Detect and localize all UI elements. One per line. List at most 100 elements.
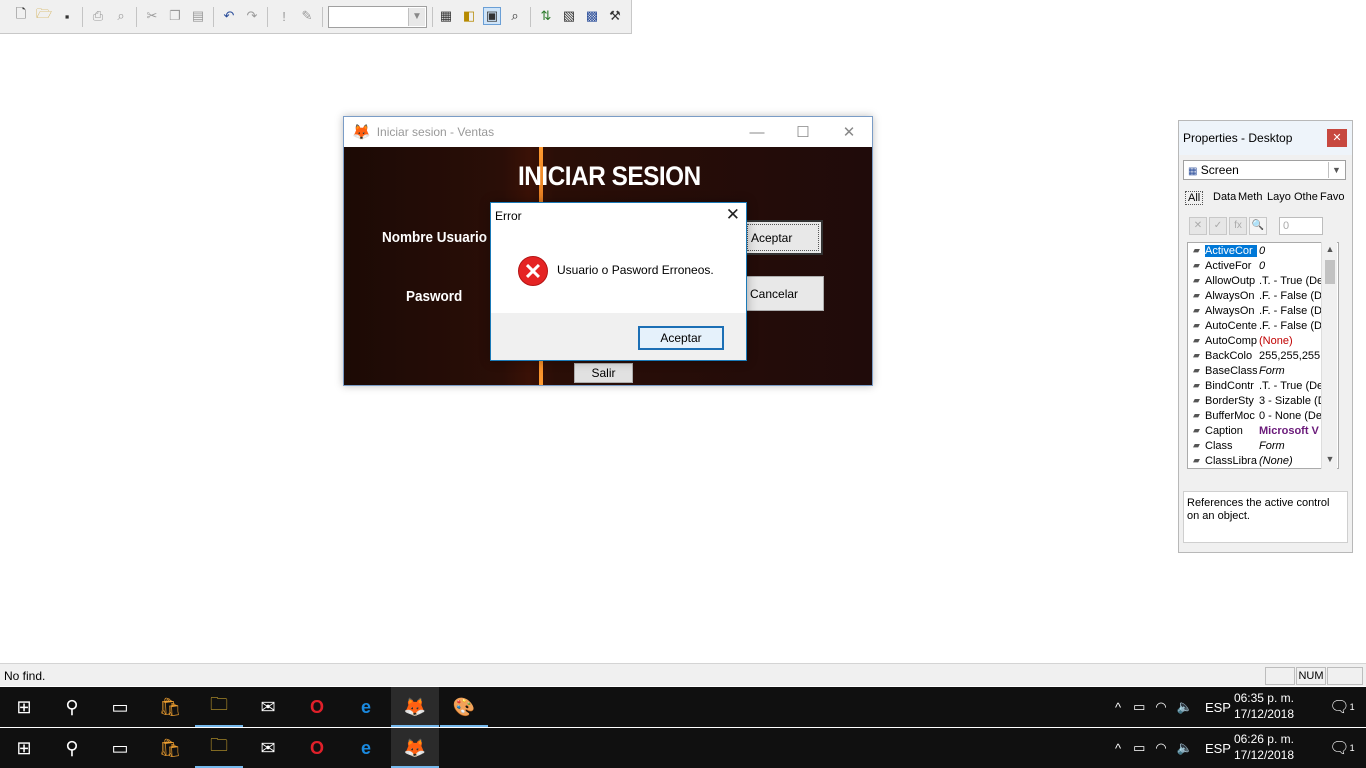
property-row[interactable]: ▰ BackColo 255,255,255 [1188, 348, 1338, 363]
function-icon[interactable]: fx [1229, 217, 1247, 235]
property-value[interactable]: Form [1257, 440, 1321, 452]
search-icon[interactable]: ⚲ [48, 687, 96, 727]
property-row[interactable]: ▰ BaseClass Form [1188, 363, 1338, 378]
exit-button[interactable]: Salir [574, 363, 633, 383]
login-accept-button[interactable]: Aceptar [743, 220, 823, 255]
file-explorer-icon[interactable]: 🗀 [195, 728, 243, 768]
mail-icon[interactable]: ✉ [244, 728, 292, 768]
property-value[interactable]: 3 - Sizable (D [1257, 395, 1321, 407]
dialog-ok-button[interactable]: Aceptar [638, 326, 724, 350]
language-indicator[interactable]: ESP [1205, 700, 1231, 715]
tab-all[interactable]: All [1185, 191, 1204, 205]
properties-icon[interactable]: ▣ [483, 7, 501, 25]
property-row[interactable]: ▰ BorderSty 3 - Sizable (D [1188, 393, 1338, 408]
code-icon[interactable]: ⚒ [606, 7, 624, 25]
battery-icon[interactable]: ▭ [1133, 740, 1145, 756]
run-icon[interactable]: ! [275, 7, 293, 25]
chevron-down-icon[interactable]: ▼ [408, 8, 425, 26]
property-value[interactable]: .F. - False (D [1257, 320, 1321, 332]
property-row[interactable]: ▰ AutoCente .F. - False (D [1188, 318, 1338, 333]
tab-methods[interactable]: Meth [1238, 191, 1262, 203]
chevron-up-icon[interactable]: ^ [1115, 700, 1121, 715]
data-env-icon[interactable]: ⇅ [537, 7, 555, 25]
property-value[interactable]: Microsoft V [1257, 425, 1321, 437]
property-row[interactable]: ▰ Caption Microsoft V [1188, 423, 1338, 438]
modify-icon[interactable]: ✎ [298, 7, 316, 25]
minimize-icon[interactable]: — [734, 117, 780, 147]
redo-icon[interactable]: ↷ [243, 7, 261, 25]
paint-icon[interactable]: 🎨 [440, 687, 488, 727]
property-value[interactable]: Form [1257, 365, 1321, 377]
tab-favorites[interactable]: Favo [1320, 191, 1344, 203]
property-value[interactable]: 0 [1257, 260, 1321, 272]
print-icon[interactable]: ⎙ [89, 7, 107, 25]
property-row[interactable]: ▰ Class Form [1188, 438, 1338, 453]
undo-icon[interactable]: ↶ [220, 7, 238, 25]
search-icon[interactable]: ⚲ [48, 728, 96, 768]
task-view-icon[interactable]: ▭ [96, 687, 144, 727]
chevron-up-icon[interactable]: ^ [1115, 741, 1121, 756]
edge-icon[interactable]: e [342, 687, 390, 727]
property-row[interactable]: ▰ ActiveFor 0 [1188, 258, 1338, 273]
property-value[interactable]: 255,255,255 [1257, 350, 1321, 362]
opera-icon[interactable]: O [293, 687, 341, 727]
property-value[interactable]: (None) [1257, 455, 1321, 467]
builder-icon[interactable]: ▧ [560, 7, 578, 25]
property-row[interactable]: ▰ AllowOutp .T. - True (De [1188, 273, 1338, 288]
copy-icon[interactable]: ❐ [166, 7, 184, 25]
foxpro-taskbar-icon[interactable]: 🦊 [391, 687, 439, 727]
accept-icon[interactable]: ✓ [1209, 217, 1227, 235]
property-value[interactable]: .F. - False (D [1257, 290, 1321, 302]
tab-other[interactable]: Othe [1294, 191, 1318, 203]
volume-icon[interactable]: 🔈 [1177, 740, 1193, 756]
clock[interactable]: 06:35 p. m. 17/12/2018 [1234, 690, 1294, 722]
file-explorer-icon[interactable]: 🗀 [195, 687, 243, 727]
close-icon[interactable]: ✕ [1327, 129, 1347, 147]
tab-data[interactable]: Data [1213, 191, 1236, 203]
language-indicator[interactable]: ESP [1205, 741, 1231, 756]
property-value[interactable]: 0 [1257, 245, 1321, 257]
maximize-icon[interactable]: ☐ [780, 117, 826, 147]
property-row[interactable]: ▰ AutoComp (None) [1188, 333, 1338, 348]
property-row[interactable]: ▰ ClassLibra (None) [1188, 453, 1338, 468]
store-icon[interactable]: 🛍 [146, 728, 194, 768]
scroll-up-icon[interactable]: ▲ [1322, 244, 1338, 254]
volume-icon[interactable]: 🔈 [1177, 699, 1193, 715]
scrollbar-thumb[interactable] [1325, 260, 1335, 284]
object-combo[interactable]: ▦ Screen ▼ [1183, 160, 1346, 180]
property-value[interactable]: (None) [1257, 335, 1321, 347]
edge-icon[interactable]: e [342, 728, 390, 768]
task-view-icon[interactable]: ▭ [96, 728, 144, 768]
opera-icon[interactable]: O [293, 728, 341, 768]
windows-start-icon[interactable]: ⊞ [0, 687, 48, 727]
notification-icon[interactable]: 🗨 1 [1318, 728, 1366, 768]
windows-start-icon[interactable]: ⊞ [0, 728, 48, 768]
class-icon[interactable]: ◧ [460, 7, 478, 25]
chevron-down-icon[interactable]: ▼ [1328, 162, 1344, 178]
open-folder-icon[interactable]: 🗁 [35, 6, 53, 25]
zoom-icon[interactable]: 🔍 [1249, 217, 1267, 235]
save-icon[interactable]: ▪ [58, 7, 76, 25]
property-row[interactable]: ▰ ActiveCor 0 [1188, 243, 1338, 258]
property-grid-scrollbar[interactable]: ▲ ▼ [1321, 242, 1337, 469]
property-value[interactable]: .T. - True (De [1257, 380, 1321, 392]
property-value[interactable]: .F. - False (D [1257, 305, 1321, 317]
foxpro-taskbar-icon[interactable]: 🦊 [391, 728, 439, 768]
scroll-down-icon[interactable]: ▼ [1322, 454, 1338, 464]
new-file-icon[interactable]: 🗋 [12, 6, 30, 25]
property-value-input[interactable]: 0 [1279, 217, 1323, 235]
cut-icon[interactable]: ✂ [143, 7, 161, 25]
property-row[interactable]: ▰ BufferMoc 0 - None (De [1188, 408, 1338, 423]
paste-icon[interactable]: ▤ [189, 7, 207, 25]
property-value[interactable]: 0 - None (De [1257, 410, 1321, 422]
print-preview-icon[interactable]: ⌕ [112, 7, 130, 25]
mail-icon[interactable]: ✉ [244, 687, 292, 727]
store-icon[interactable]: 🛍 [146, 687, 194, 727]
battery-icon[interactable]: ▭ [1133, 699, 1145, 715]
login-cancel-button[interactable]: Cancelar [743, 276, 824, 311]
cancel-icon[interactable]: ✕ [1189, 217, 1207, 235]
property-row[interactable]: ▰ AlwaysOn .F. - False (D [1188, 288, 1338, 303]
wifi-icon[interactable]: ◠ [1155, 740, 1166, 756]
close-icon[interactable]: ✕ [826, 117, 872, 147]
wifi-icon[interactable]: ◠ [1155, 699, 1166, 715]
